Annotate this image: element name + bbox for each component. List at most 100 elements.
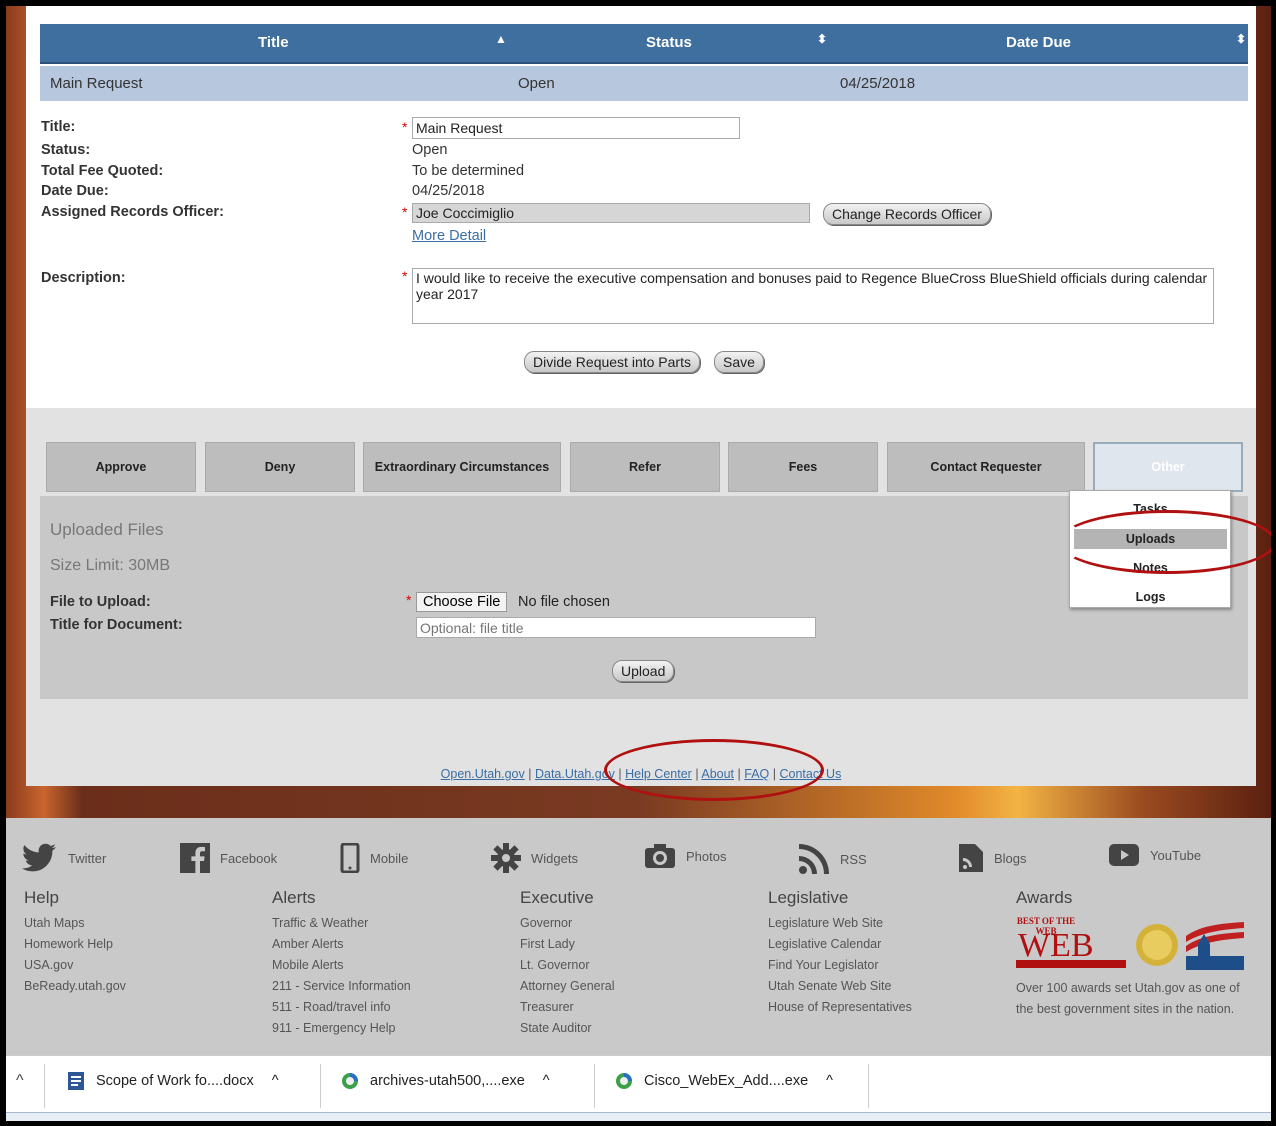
footer-heading: Legislative — [768, 888, 849, 907]
social-facebook[interactable]: Facebook — [180, 843, 277, 873]
footer-heading: Executive — [520, 888, 594, 907]
more-detail-link[interactable]: More Detail — [412, 228, 486, 244]
footer-link[interactable]: 211 - Service Information — [272, 979, 512, 1000]
approve-button[interactable]: Approve — [46, 442, 196, 492]
footer-link[interactable]: Attorney General — [520, 979, 760, 1000]
installer-icon — [342, 1073, 358, 1089]
footer-link[interactable]: Legislature Web Site — [768, 916, 1008, 937]
doc-title-label: Title for Document: — [50, 617, 183, 633]
contact-requester-button[interactable]: Contact Requester — [887, 442, 1085, 492]
download-item[interactable]: Scope of Work fo....docx ^ — [66, 1071, 279, 1091]
grid-header: Title ▲ Status ⬍ Date Due ⬍ — [40, 24, 1248, 64]
change-records-officer-button[interactable]: Change Records Officer — [823, 203, 991, 225]
social-widgets[interactable]: Widgets — [491, 843, 578, 873]
column-title[interactable]: Title — [258, 34, 289, 51]
footer-link[interactable]: Homework Help — [24, 937, 264, 958]
footer-column-alerts: Alerts Traffic & Weather Amber Alerts Mo… — [272, 888, 512, 1042]
open-utah-link[interactable]: Open.Utah.gov — [441, 767, 525, 781]
request-panel: Title ▲ Status ⬍ Date Due ⬍ Main Request… — [26, 6, 1256, 786]
footer-link[interactable]: House of Representatives — [768, 1000, 1008, 1021]
footer-link[interactable]: Lt. Governor — [520, 958, 760, 979]
svg-text:WEB: WEB — [1018, 927, 1094, 960]
social-blogs[interactable]: Blogs — [958, 843, 1027, 873]
data-utah-link[interactable]: Data.Utah.gov — [535, 767, 615, 781]
annotation-circle-help-center — [604, 739, 824, 801]
menu-item-logs[interactable]: Logs — [1074, 587, 1227, 607]
social-twitter[interactable]: Twitter — [22, 843, 106, 873]
officer-field[interactable] — [412, 203, 810, 223]
footer-link[interactable]: Treasurer — [520, 1000, 760, 1021]
chevron-up-icon[interactable]: ^ — [272, 1073, 279, 1089]
footer-link[interactable]: Governor — [520, 916, 760, 937]
required-marker: * — [402, 119, 408, 135]
footer-link[interactable]: First Lady — [520, 937, 760, 958]
extraordinary-circumstances-button[interactable]: Extraordinary Circumstances — [363, 442, 561, 492]
rss-icon — [799, 844, 829, 874]
footer-link[interactable]: Amber Alerts — [272, 937, 512, 958]
footer-heading: Alerts — [272, 888, 316, 907]
required-marker: * — [402, 268, 408, 284]
required-marker: * — [402, 204, 408, 220]
footer-link[interactable]: Mobile Alerts — [272, 958, 512, 979]
status-label: Status: — [41, 142, 91, 158]
fees-button[interactable]: Fees — [728, 442, 878, 492]
table-row[interactable]: Main Request Open 04/25/2018 — [40, 66, 1248, 101]
choose-file-button[interactable]: Choose File — [416, 592, 508, 612]
word-doc-icon — [68, 1072, 84, 1090]
footer-link[interactable]: USA.gov — [24, 958, 264, 979]
upload-button[interactable]: Upload — [612, 660, 675, 682]
footer-heading: Awards — [1016, 888, 1073, 907]
title-input[interactable] — [412, 117, 740, 139]
twitter-icon — [22, 843, 56, 872]
footer-link[interactable]: State Auditor — [520, 1021, 760, 1042]
footer-link[interactable]: Traffic & Weather — [272, 916, 512, 937]
sort-up-icon[interactable]: ▲ — [495, 32, 507, 46]
description-textarea[interactable]: I would like to receive the executive co… — [412, 268, 1214, 324]
footer-column-help: Help Utah Maps Homework Help USA.gov BeR… — [24, 888, 264, 1000]
column-date-due[interactable]: Date Due — [1006, 34, 1071, 51]
sort-icon[interactable]: ⬍ — [1236, 32, 1246, 46]
doc-title-input[interactable] — [416, 617, 816, 638]
deny-button[interactable]: Deny — [205, 442, 355, 492]
camera-icon — [645, 844, 675, 868]
footer-link[interactable]: Legislative Calendar — [768, 937, 1008, 958]
mobile-icon — [340, 843, 360, 873]
footer-link[interactable]: 911 - Emergency Help — [272, 1021, 512, 1042]
other-button[interactable]: Other — [1093, 442, 1243, 492]
column-status[interactable]: Status — [646, 34, 692, 51]
social-photos[interactable]: Photos — [644, 843, 726, 869]
footer-link[interactable]: 511 - Road/travel info — [272, 1000, 512, 1021]
best-of-web-logo: BEST OF THE WEB WEB — [1016, 916, 1128, 972]
social-youtube[interactable]: YouTube — [1108, 843, 1201, 867]
social-mobile[interactable]: Mobile — [340, 843, 408, 873]
chevron-up-icon[interactable]: ^ — [826, 1073, 833, 1089]
row-status: Open — [518, 75, 555, 92]
youtube-icon — [1109, 844, 1139, 866]
refer-button[interactable]: Refer — [570, 442, 720, 492]
chevron-up-icon[interactable]: ^ — [16, 1072, 24, 1090]
footer-link[interactable]: BeReady.utah.gov — [24, 979, 264, 1000]
title-label: Title: — [41, 119, 76, 135]
footer-column-legislative: Legislative Legislature Web Site Legisla… — [768, 888, 1008, 1021]
footer-link[interactable]: Utah Senate Web Site — [768, 979, 1008, 1000]
award-capitol-icon — [1186, 922, 1244, 970]
sort-icon[interactable]: ⬍ — [817, 32, 827, 46]
divide-request-button[interactable]: Divide Request into Parts — [524, 351, 700, 373]
footer-link[interactable]: Utah Maps — [24, 916, 264, 937]
os-taskbar-edge — [6, 1112, 1271, 1121]
social-bar: Twitter Facebook Mobile Widgets Photos R… — [6, 818, 1271, 888]
gear-icon — [491, 843, 521, 873]
footer-link[interactable]: Find Your Legislator — [768, 958, 1008, 979]
awards-description: Over 100 awards set Utah.gov as one of t… — [1016, 981, 1240, 1016]
save-button[interactable]: Save — [714, 351, 764, 373]
download-item[interactable]: archives-utah500,....exe ^ — [340, 1071, 550, 1091]
row-date-due: 04/25/2018 — [840, 75, 916, 92]
fee-value: To be determined — [412, 163, 525, 179]
installer-icon — [616, 1073, 632, 1089]
footer-column-awards: Awards BEST OF THE WEB WEB Over 100 awar… — [1016, 888, 1256, 1020]
fee-label: Total Fee Quoted: — [41, 163, 164, 179]
download-item[interactable]: Cisco_WebEx_Add....exe ^ — [614, 1071, 833, 1091]
social-rss[interactable]: RSS — [798, 843, 867, 875]
facebook-icon — [180, 843, 210, 873]
chevron-up-icon[interactable]: ^ — [543, 1073, 550, 1089]
